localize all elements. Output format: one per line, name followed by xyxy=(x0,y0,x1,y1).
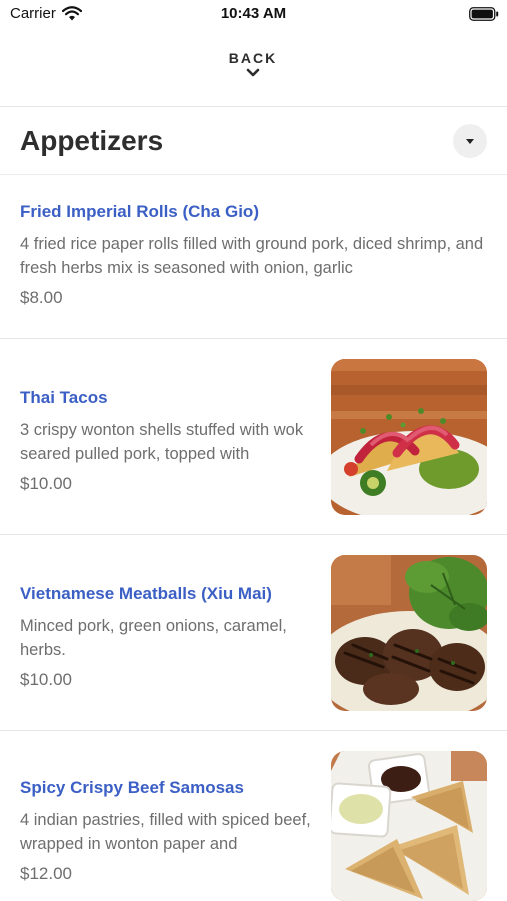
caret-down-icon xyxy=(466,139,474,144)
back-label: BACK xyxy=(228,50,278,66)
item-name: Fried Imperial Rolls (Cha Gio) xyxy=(20,202,259,221)
menu-item[interactable]: Spicy Crispy Beef Samosas 4 indian pastr… xyxy=(0,731,507,901)
thai-tacos-photo xyxy=(331,359,487,515)
status-bar: Carrier 10:43 AM xyxy=(0,0,507,30)
chevron-down-icon xyxy=(246,68,260,77)
menu-item-text: Spicy Crispy Beef Samosas 4 indian pastr… xyxy=(20,777,315,884)
section-collapse-button[interactable] xyxy=(453,124,487,158)
item-name: Spicy Crispy Beef Samosas xyxy=(20,778,244,797)
back-button[interactable]: BACK xyxy=(203,50,303,94)
item-name: Vietnamese Meatballs (Xiu Mai) xyxy=(20,584,272,603)
samosas-photo xyxy=(331,751,487,901)
menu-item[interactable]: Thai Tacos 3 crispy wonton shells stuffe… xyxy=(0,339,507,535)
item-price: $12.00 xyxy=(20,864,72,883)
back-header: BACK xyxy=(0,30,507,107)
item-price: $8.00 xyxy=(20,288,63,307)
battery-icon xyxy=(469,7,499,21)
menu-item-text: Thai Tacos 3 crispy wonton shells stuffe… xyxy=(20,387,315,494)
status-time: 10:43 AM xyxy=(220,5,287,22)
menu-list: Fried Imperial Rolls (Cha Gio) 4 fried r… xyxy=(0,175,507,901)
section-title: Appetizers xyxy=(20,125,164,156)
menu-item[interactable]: Vietnamese Meatballs (Xiu Mai) Minced po… xyxy=(0,535,507,731)
item-name: Thai Tacos xyxy=(20,388,108,407)
section-header: Appetizers xyxy=(0,107,507,175)
item-description: 3 crispy wonton shells stuffed with wok … xyxy=(20,421,304,463)
menu-item-text: Fried Imperial Rolls (Cha Gio) 4 fried r… xyxy=(20,201,490,308)
item-description: 4 fried rice paper rolls filled with gro… xyxy=(20,235,484,277)
menu-item-text: Vietnamese Meatballs (Xiu Mai) Minced po… xyxy=(20,583,315,690)
item-price: $10.00 xyxy=(20,670,72,689)
menu-item[interactable]: Fried Imperial Rolls (Cha Gio) 4 fried r… xyxy=(0,175,507,339)
item-price: $10.00 xyxy=(20,474,72,493)
meatballs-photo xyxy=(331,555,487,711)
item-description: Minced pork, green onions, caramel, herb… xyxy=(20,617,287,659)
item-description: 4 indian pastries, filled with spiced be… xyxy=(20,811,311,853)
